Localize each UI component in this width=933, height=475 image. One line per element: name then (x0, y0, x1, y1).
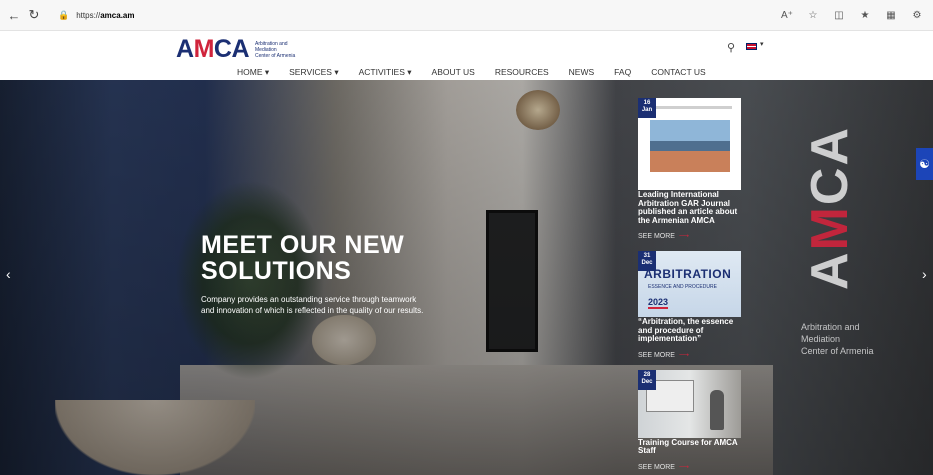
site-header: AMCA Arbitration and Mediation Center of… (0, 31, 933, 83)
flag-icon[interactable] (746, 43, 757, 50)
reload-icon[interactable]: ↻ (24, 5, 44, 25)
url-host: amca.am (100, 10, 135, 20)
amca-logo[interactable]: AMCA Arbitration and Mediation Center of… (176, 35, 315, 64)
logo-subtitle: Arbitration and Mediation Center of Arme… (255, 40, 296, 59)
favorite-icon[interactable]: ☆ (805, 6, 821, 24)
news-thumbnail[interactable]: 16 Jan (638, 98, 741, 190)
thumb-heading: ARBITRATION (644, 267, 732, 281)
logo-mark: AMCA (176, 35, 250, 63)
main-menu: HOME ▾ SERVICES ▾ ACTIVITIES ▾ ABOUT US … (237, 67, 726, 83)
hero-text: Company provides an outstanding service … (201, 295, 424, 315)
menu-item-news[interactable]: NEWS (569, 67, 595, 78)
browser-toolbar: ← ↻ 🔒 https://amca.am A⁺ ☆ ◫ ★ ▦ ⚙ (0, 0, 933, 31)
news-column: 16 Jan Leading International Arbitration … (638, 98, 742, 475)
news-title[interactable]: Leading International Arbitration GAR Jo… (638, 190, 742, 225)
url-prefix: https:// (76, 10, 101, 20)
arrow-right-icon: ⟶ (678, 233, 689, 240)
news-thumbnail[interactable]: 28 Dec (638, 369, 741, 438)
thumb-subheading: ESSENCE AND PROCEDURE (648, 284, 717, 290)
chevron-left-icon[interactable]: ‹ (6, 266, 11, 282)
split-icon[interactable]: ◫ (831, 6, 847, 24)
menu-item-home[interactable]: HOME ▾ (237, 67, 270, 83)
see-more-link[interactable]: SEE MORE ⟶ (638, 232, 689, 240)
menu-item-services[interactable]: SERVICES ▾ (289, 67, 338, 78)
language-caret-icon[interactable]: ▾ (760, 40, 764, 48)
thumb-year: 2023 (648, 297, 669, 309)
menu-item-contact-us[interactable]: CONTACT US (651, 67, 705, 78)
side-brand-caption: Arbitration and Mediation Center of Arme… (801, 322, 874, 356)
read-aloud-icon[interactable]: A⁺ (779, 6, 795, 24)
search-icon[interactable]: ⚲ (727, 41, 739, 54)
thumb-photo (650, 120, 730, 172)
back-icon[interactable]: ← (4, 5, 24, 25)
news-thumbnail[interactable]: ARBITRATION ESSENCE AND PROCEDURE 2023 3… (638, 251, 741, 317)
extensions-icon[interactable]: ⚙ (909, 6, 925, 24)
menu-item-activities[interactable]: ACTIVITIES ▾ (359, 67, 412, 78)
arrow-right-icon: ⟶ (678, 463, 689, 471)
hero-title: MEET OUR NEW SOLUTIONS (201, 231, 405, 285)
collections-icon[interactable]: ▦ (883, 6, 899, 24)
chevron-right-icon[interactable]: › (922, 266, 927, 282)
menu-item-about-us[interactable]: ABOUT US (432, 67, 475, 78)
arrow-right-icon: ⟶ (678, 351, 689, 359)
menu-item-resources[interactable]: RESOURCES (495, 67, 549, 78)
see-more-link[interactable]: SEE MORE ⟶ (638, 463, 689, 471)
news-card[interactable]: ARBITRATION ESSENCE AND PROCEDURE 2023 3… (638, 251, 742, 362)
news-card[interactable]: 28 Dec Training Course for AMCA Staff SEE… (638, 369, 742, 474)
lock-icon: 🔒 (58, 9, 70, 20)
menu-item-faq[interactable]: FAQ (614, 67, 631, 78)
thumb-header-line (648, 106, 732, 109)
news-title[interactable]: “Arbitration, the essence and procedure … (638, 317, 742, 344)
date-badge: 31 Dec (638, 251, 656, 271)
address-bar[interactable]: 🔒 https://amca.am (48, 4, 688, 26)
accessibility-icon[interactable]: ☯ (916, 148, 933, 180)
favorites-bar-icon[interactable]: ★ (857, 6, 873, 24)
hero-slider: AMCA Arbitration and Mediation Center of… (0, 80, 933, 475)
news-title[interactable]: Training Course for AMCA Staff (638, 438, 742, 456)
date-badge: 16 Jan (638, 98, 656, 118)
thumb-person (710, 389, 724, 430)
date-badge: 28 Dec (638, 369, 656, 390)
news-card[interactable]: 16 Jan Leading International Arbitration … (638, 98, 742, 243)
side-brand-mark: AMCA (801, 126, 859, 290)
see-more-link[interactable]: SEE MORE ⟶ (638, 351, 689, 359)
